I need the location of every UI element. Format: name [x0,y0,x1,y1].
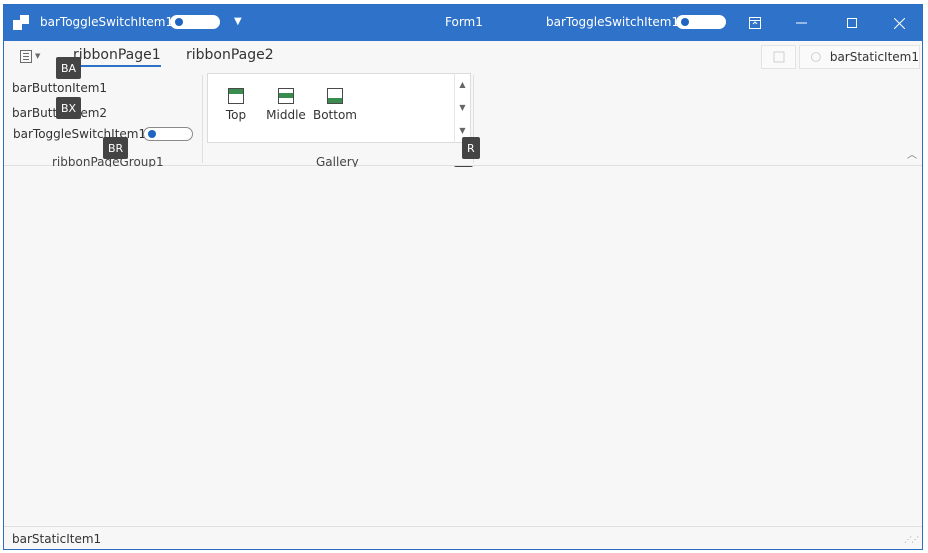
app-icon[interactable] [13,14,31,32]
header-static-item-label: barStaticItem1 [829,50,919,64]
status-static-item: barStaticItem1 [12,532,102,546]
size-grip-icon[interactable]: ⋰⋰ [904,535,919,544]
bar-button-item1[interactable]: barButtonItem1 [12,81,107,95]
ribbon-tabs-row: ▼ ribbonPage1 ribbonPage2 barStaticItem1 [4,41,922,71]
gallery-item-label: Top [225,108,247,122]
header-button-icon[interactable] [761,45,796,69]
align-middle-icon [278,88,294,104]
collapse-ribbon-icon[interactable]: ︿ [907,146,917,161]
qa-toggle-label: barToggleSwitchItem1 [40,15,174,29]
align-bottom-icon [327,88,343,104]
keytip-r: R [462,137,480,159]
keytip-br: BR [103,137,129,159]
application-menu-icon[interactable]: ▼ [18,49,44,65]
qa-customize-dropdown-icon[interactable]: ▼ [234,16,242,27]
gallery-scrollbar: ▲ ▼ ▼ [454,73,470,143]
static-item-icon [810,52,821,62]
content-area [4,167,922,526]
tab-ribbon-page2[interactable]: ribbonPage2 [186,47,274,63]
title-bar: barToggleSwitchItem1 ▼ Form1 barToggleSw… [4,5,922,41]
keytip-bx: BX [56,97,82,119]
status-bar: barStaticItem1 ⋰⋰ [4,526,922,549]
align-top-icon [228,88,244,104]
gallery-item-label: Bottom [312,108,357,122]
qa-toggle-switch[interactable] [170,15,220,29]
keytip-ba: BA [56,57,82,79]
gallery-item-top[interactable]: Top [211,88,261,122]
ribbon-display-options-icon[interactable] [732,5,778,41]
gallery-item-bottom[interactable]: Bottom [310,88,360,122]
title-toggle-label: barToggleSwitchItem1 [546,15,680,29]
gallery-item-middle[interactable]: Middle [261,88,311,122]
gallery-scroll-up-icon[interactable]: ▲ [455,73,470,96]
maximize-button[interactable] [829,5,875,41]
header-static-item[interactable]: barStaticItem1 [799,45,920,69]
gallery: Top Middle Bottom [207,73,471,143]
bar-toggle-switch-item1[interactable] [143,127,193,141]
gallery-item-label: Middle [266,108,306,122]
gallery-scroll-down-icon[interactable]: ▼ [455,96,470,119]
close-button[interactable] [876,5,922,41]
main-window: barToggleSwitchItem1 ▼ Form1 barToggleSw… [3,4,923,550]
tab-ribbon-page1[interactable]: ribbonPage1 [73,47,161,67]
group-separator [202,75,203,163]
window-title: Form1 [445,15,483,29]
minimize-button[interactable] [778,5,824,41]
title-toggle-switch[interactable] [676,15,726,29]
